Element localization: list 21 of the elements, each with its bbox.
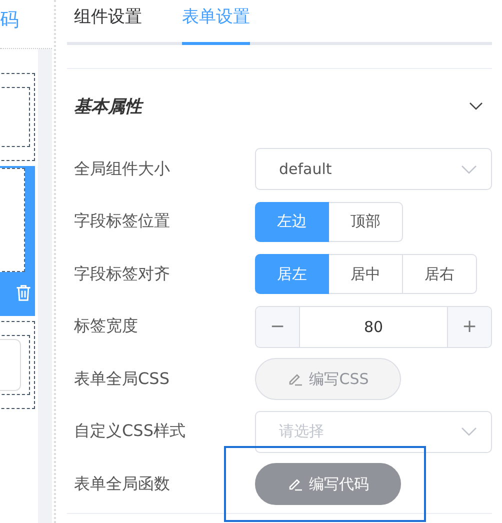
radio-button[interactable]: 居中 xyxy=(329,254,403,294)
field-label: 表单全局CSS xyxy=(74,368,170,390)
radio-button[interactable]: 居左 xyxy=(255,254,329,294)
edit-button[interactable]: 编写代码 xyxy=(255,463,401,506)
field-label: 标签宽度 xyxy=(74,316,139,338)
edit-button[interactable]: 编写CSS xyxy=(255,358,401,400)
tab[interactable]: 组件设置 xyxy=(74,0,142,45)
radio-button[interactable]: 左边 xyxy=(255,202,329,242)
toolbar-text[interactable]: 码 xyxy=(0,8,19,32)
tab[interactable]: 表单设置 xyxy=(182,0,250,45)
radio-button[interactable]: 顶部 xyxy=(329,202,403,242)
field-label: 字段标签位置 xyxy=(74,211,171,232)
field-label: 字段标签对齐 xyxy=(74,264,171,285)
field-label: 全局组件大小 xyxy=(74,158,171,180)
field-label: 表单全局函数 xyxy=(74,474,171,495)
field-label: 自定义CSS样式 xyxy=(74,421,186,442)
section-title: 基本属性 xyxy=(74,96,142,118)
chevron-icon[interactable] xyxy=(469,102,483,110)
radio-button[interactable]: 居右 xyxy=(403,254,477,294)
delete-icon[interactable] xyxy=(16,284,31,302)
select-field[interactable]: default xyxy=(255,148,492,190)
